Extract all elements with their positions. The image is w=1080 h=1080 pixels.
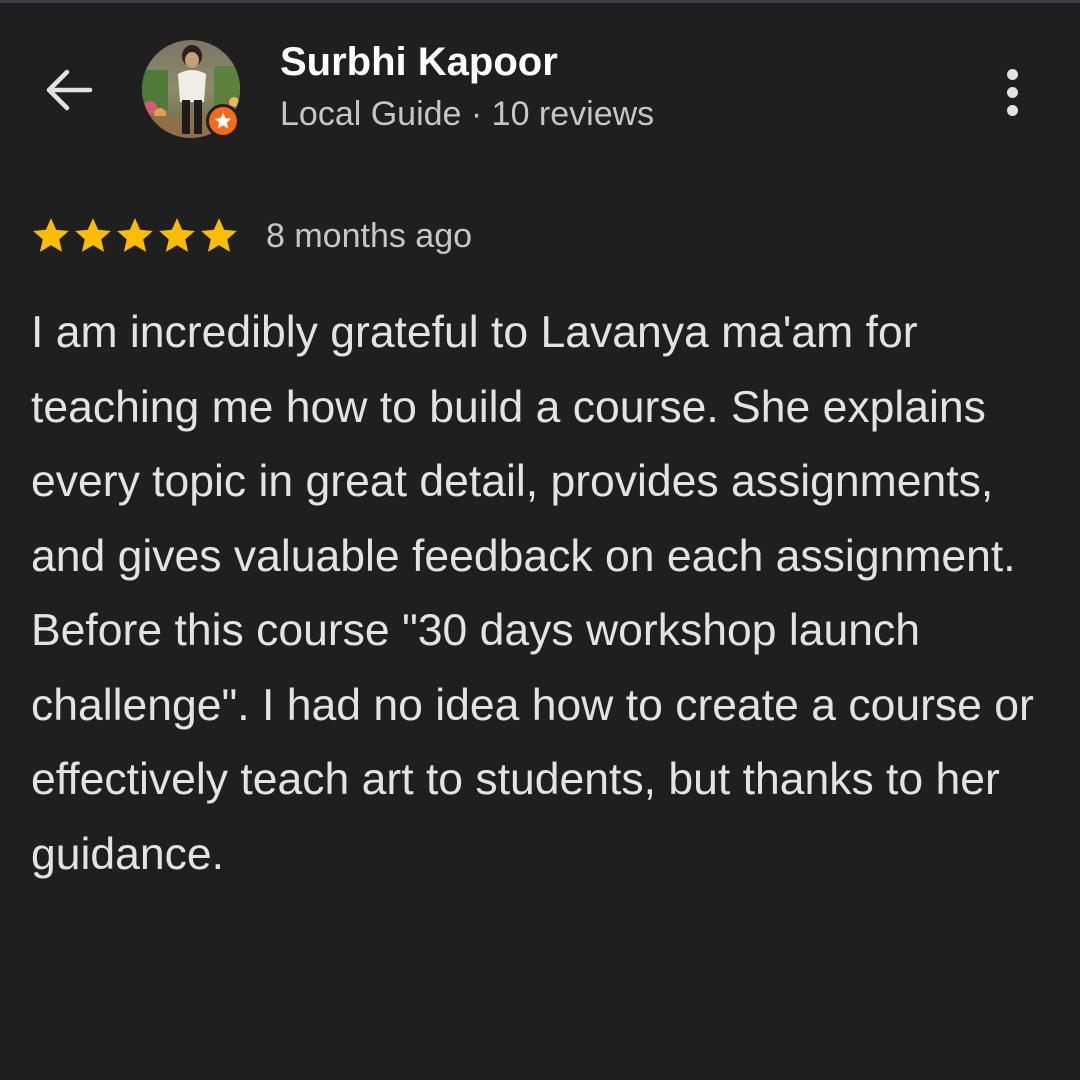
local-guide-badge bbox=[206, 104, 240, 138]
star-icon bbox=[117, 218, 153, 252]
avatar[interactable] bbox=[142, 40, 240, 138]
star-icon bbox=[75, 218, 111, 252]
more-vertical-icon-dot bbox=[1006, 86, 1018, 98]
reviewer-meta: Local Guide · 10 reviews bbox=[280, 95, 655, 133]
star-rating bbox=[30, 215, 240, 257]
more-vertical-icon bbox=[1006, 68, 1018, 80]
arrow-left-icon bbox=[46, 69, 93, 111]
rating-row: 8 months ago bbox=[30, 214, 472, 258]
review-date: 8 months ago bbox=[266, 216, 473, 255]
more-vertical-icon-dot bbox=[1006, 104, 1018, 116]
review-text: I am incredibly grateful to Lavanya ma'a… bbox=[31, 308, 1034, 879]
back-button[interactable] bbox=[34, 58, 102, 122]
star-icon bbox=[159, 218, 195, 252]
reviewer-name[interactable]: Surbhi Kapoor bbox=[280, 40, 558, 85]
star-icon bbox=[33, 218, 69, 252]
star-icon bbox=[201, 218, 237, 252]
local-guide-star-icon bbox=[214, 112, 232, 129]
top-edge-divider bbox=[0, 0, 1080, 3]
more-options-button[interactable] bbox=[990, 60, 1034, 124]
